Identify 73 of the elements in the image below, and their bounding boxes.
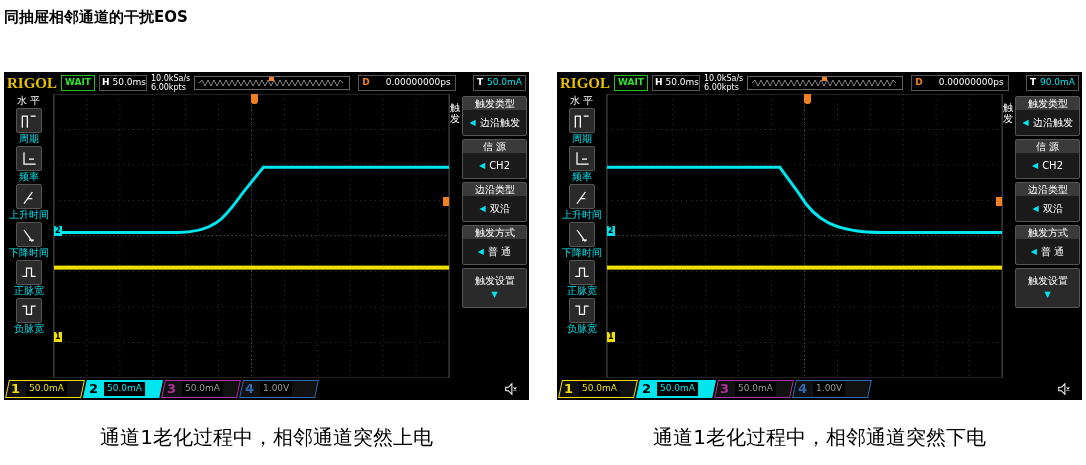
measure-label: 正脉宽 <box>566 285 597 297</box>
caption: 通道1老化过程中，相邻通道突然上电 <box>100 424 433 451</box>
measure-button[interactable] <box>568 184 595 209</box>
timebase-display: H 50.0ms <box>99 75 147 91</box>
menu-button[interactable]: 触发方式 ◀ 普 通 <box>462 225 527 265</box>
measure-label: 频率 <box>571 171 592 183</box>
menu-button[interactable]: 触发设置 ▼ <box>462 268 527 308</box>
sample-rate: 10.0kSa/s <box>151 74 191 83</box>
menu-button[interactable]: 边沿类型 ◀ 双沿 <box>1015 182 1080 222</box>
brand-logo: RIGOL <box>7 73 57 93</box>
measure-label: 周期 <box>18 133 39 145</box>
channel-tab[interactable]: 1 50.0mA <box>5 380 85 398</box>
menu-button[interactable]: 信 源 ◀ CH2 <box>462 139 527 179</box>
trigger-position-marker <box>251 94 258 104</box>
measure-button[interactable] <box>15 298 42 323</box>
channel-marker: 1 <box>54 332 62 342</box>
channel-tab[interactable]: 2 50.0mA <box>636 380 716 398</box>
delay-display: D 0.00000000ps <box>358 75 457 91</box>
channel-tab[interactable]: 2 50.0mA <box>83 380 163 398</box>
menu-button[interactable]: 触发方式 ◀ 普 通 <box>1015 225 1080 265</box>
measure-label: 下降时间 <box>561 247 602 259</box>
menu-side-label: 触发 <box>1003 101 1014 126</box>
menu-button[interactable]: 信 源 ◀ CH2 <box>1015 139 1080 179</box>
measure-button[interactable] <box>15 222 42 247</box>
memory-depth: 6.00kpts <box>704 83 740 92</box>
channel-tab[interactable]: 4 1.00V <box>239 380 319 398</box>
trigger-level-marker <box>443 197 449 206</box>
trigger-position-marker <box>804 94 811 104</box>
page-title: 同抽屉相邻通道的干扰EOS <box>4 7 189 28</box>
measure-label: 频率 <box>18 171 39 183</box>
channel-tab[interactable]: 3 50.0mA <box>161 380 241 398</box>
run-status: WAIT <box>61 75 95 91</box>
brand-logo: RIGOL <box>560 73 610 93</box>
sample-rate: 10.0kSa/s <box>704 74 744 83</box>
measure-label: 正脉宽 <box>13 285 44 297</box>
trigger-display: T 90.0mA <box>1025 75 1079 91</box>
trigger-display: T 50.0mA <box>472 75 526 91</box>
menu-title: 水 平 <box>569 95 594 107</box>
channel-tab[interactable]: 3 50.0mA <box>714 380 794 398</box>
measure-button[interactable] <box>15 146 42 171</box>
menu-side-label: 触发 <box>450 101 461 126</box>
channel-marker: 2 <box>54 226 62 236</box>
speaker-icon[interactable] <box>504 382 518 396</box>
channel-marker: 1 <box>607 332 615 342</box>
run-status: WAIT <box>614 75 648 91</box>
measure-button[interactable] <box>568 146 595 171</box>
measure-label: 负脉宽 <box>13 323 44 335</box>
delay-display: D 0.00000000ps <box>911 75 1010 91</box>
measure-label: 下降时间 <box>8 247 49 259</box>
measure-label: 上升时间 <box>561 209 602 221</box>
channel-tab[interactable]: 4 1.00V <box>792 380 872 398</box>
measure-button[interactable] <box>568 108 595 133</box>
measure-button[interactable] <box>15 184 42 209</box>
measure-label: 上升时间 <box>8 209 49 221</box>
menu-button[interactable]: 边沿类型 ◀ 双沿 <box>462 182 527 222</box>
timebase-display: H 50.0ms <box>652 75 700 91</box>
measure-button[interactable] <box>15 260 42 285</box>
menu-title: 水 平 <box>16 95 41 107</box>
caption: 通道1老化过程中，相邻通道突然下电 <box>653 424 986 451</box>
menu-button[interactable]: 触发设置 ▼ <box>1015 268 1080 308</box>
memory-depth: 6.00kpts <box>151 83 187 92</box>
menu-button[interactable]: 触发类型 ◀ 边沿触发 <box>1015 96 1080 136</box>
measure-label: 负脉宽 <box>566 323 597 335</box>
speaker-icon[interactable] <box>1057 382 1071 396</box>
measure-button[interactable] <box>568 222 595 247</box>
menu-button[interactable]: 触发类型 ◀ 边沿触发 <box>462 96 527 136</box>
channel-tab[interactable]: 1 50.0mA <box>558 380 638 398</box>
channel-marker: 2 <box>607 226 615 236</box>
measure-button[interactable] <box>568 298 595 323</box>
measure-button[interactable] <box>568 260 595 285</box>
trigger-level-marker <box>996 197 1002 206</box>
measure-label: 周期 <box>571 133 592 145</box>
measure-button[interactable] <box>15 108 42 133</box>
